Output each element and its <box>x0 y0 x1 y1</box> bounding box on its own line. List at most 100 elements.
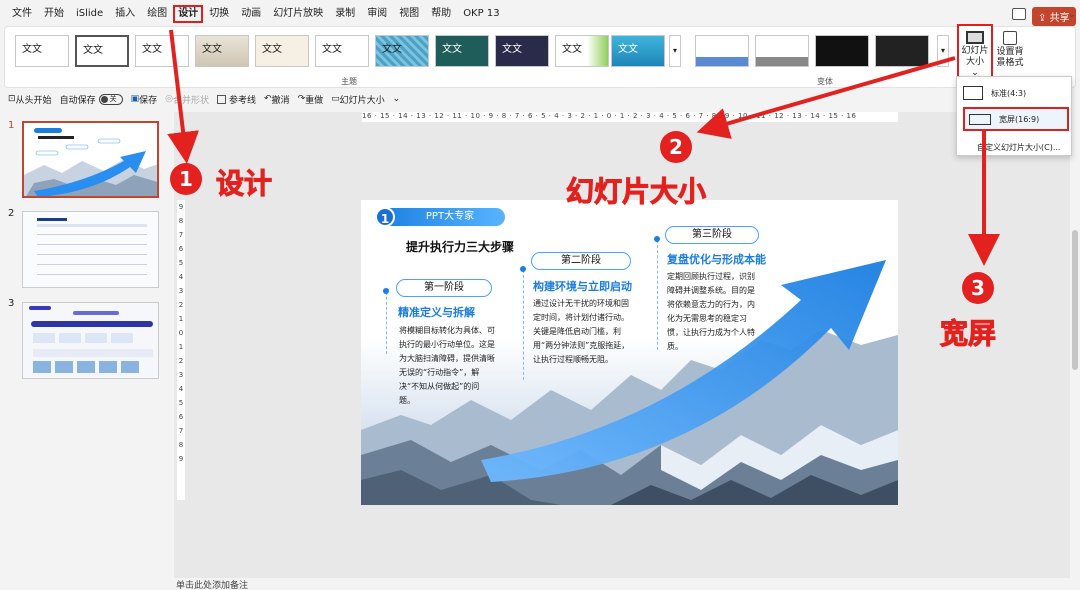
menu-islide[interactable]: iSlide <box>70 5 109 23</box>
comment-icon[interactable] <box>1012 8 1026 20</box>
variant-thumb-2[interactable] <box>755 35 809 67</box>
step-3-label: 宽屏 <box>939 317 997 351</box>
slide-size-button[interactable]: 幻灯片大小 ⌄ <box>957 24 993 80</box>
play-icon: ⊡ <box>8 94 16 104</box>
theme-thumb-selected[interactable]: 文文 <box>75 35 129 67</box>
theme-thumb-9[interactable]: 文文 <box>495 35 549 67</box>
ruler-tick: 1 <box>178 315 184 323</box>
customize-toolbar-button[interactable]: ⌄ <box>393 94 401 104</box>
theme-thumb-label: 文文 <box>83 45 103 56</box>
from-start-label: 从头开始 <box>15 95 52 106</box>
horizontal-ruler: 16 · 15 · 14 · 13 · 12 · 11 · 10 · 9 · 8… <box>362 112 898 122</box>
variant-thumb-3[interactable] <box>815 35 869 67</box>
variant-thumb-1[interactable] <box>695 35 749 67</box>
theme-thumb-office[interactable]: 文文 <box>15 35 69 67</box>
slide-thumb-preview <box>23 212 158 287</box>
autosave-toggle[interactable]: 自动保存关 <box>60 93 123 106</box>
merge-shapes-label: 合并形状 <box>172 95 209 106</box>
theme-thumb-8[interactable]: 文文 <box>435 35 489 67</box>
share-icon: ⇪ <box>1038 13 1050 24</box>
menu-record[interactable]: 录制 <box>329 5 361 23</box>
slide-badge-number: 1 <box>375 207 395 227</box>
menu-animations[interactable]: 动画 <box>235 5 267 23</box>
undo-button[interactable]: ↶ 撤消 <box>264 93 290 106</box>
current-slide[interactable]: PPT大专家 1 提升执行力三大步骤 第一阶段 精准定义与拆解 将模糊目标转化为… <box>361 200 898 505</box>
ruler-tick: 5 <box>178 399 184 407</box>
stage-pill-3: 第三阶段 <box>665 226 759 244</box>
vertical-scrollbar[interactable] <box>1070 112 1080 580</box>
ruler-tick: 7 <box>178 231 184 239</box>
theme-thumb-label: 文文 <box>142 44 162 55</box>
menu-view[interactable]: 视图 <box>393 5 425 23</box>
theme-thumb-4[interactable]: 文文 <box>195 35 249 67</box>
slide-thumbnail-pane: 1 2 3 <box>0 112 172 580</box>
menu-insert[interactable]: 插入 <box>109 5 141 23</box>
menu-design[interactable]: 设计 <box>173 5 204 23</box>
stage-heading-3: 复盘优化与形成本能 <box>667 253 766 266</box>
design-ribbon: 文文 文文 文文 文文 文文 文文 文文 文文 文文 文文 文文 ▾ 主题 ▾ … <box>4 24 1076 88</box>
ruler-tick: 9 <box>178 455 184 463</box>
theme-thumb-label: 文文 <box>382 44 402 55</box>
menu-home[interactable]: 开始 <box>38 5 70 23</box>
ruler-tick: 2 <box>178 357 184 365</box>
format-background-button[interactable]: 设置背景格式 <box>994 31 1026 69</box>
variant-more-button[interactable]: ▾ <box>937 35 949 67</box>
menu-slideshow[interactable]: 幻灯片放映 <box>267 5 329 23</box>
custom-size-label: 自定义幻灯片大小(C)... <box>977 142 1061 152</box>
ruler-tick: 8 <box>178 441 184 449</box>
from-start-button[interactable]: ⊡ 从头开始 <box>8 93 52 106</box>
toggle-switch: 关 <box>98 93 123 105</box>
slide-size-icon: ▭ <box>331 94 340 104</box>
theme-more-button[interactable]: ▾ <box>669 35 681 67</box>
step-2-badge: 2 <box>660 131 692 163</box>
merge-icon: ◎ <box>165 94 173 104</box>
slide-number: 3 <box>8 298 15 309</box>
standard-size-option[interactable]: 标准(4:3) <box>963 81 1069 105</box>
theme-thumb-5[interactable]: 文文 <box>255 35 309 67</box>
qa-slide-size-button[interactable]: ▭ 幻灯片大小 <box>331 93 385 106</box>
menu-review[interactable]: 审阅 <box>361 5 393 23</box>
theme-thumb-label: 文文 <box>202 44 222 55</box>
redo-button[interactable]: ↷ 重做 <box>298 93 324 106</box>
theme-thumb-11[interactable]: 文文 <box>611 35 665 67</box>
menu-transitions[interactable]: 切换 <box>203 5 235 23</box>
menu-draw[interactable]: 绘图 <box>141 5 173 23</box>
guides-checkbox[interactable]: 参考线 <box>216 93 256 106</box>
vertical-ruler: 9 8 7 6 5 4 3 2 1 0 1 2 3 4 5 6 7 8 9 <box>177 200 185 500</box>
menu-okp[interactable]: OKP 13 <box>457 5 505 23</box>
stage-pill-1: 第一阶段 <box>396 279 492 297</box>
slide-thumb-3[interactable] <box>22 302 159 379</box>
undo-icon: ↶ <box>264 94 272 104</box>
chevron-down-icon[interactable]: ⌄ <box>1068 10 1076 20</box>
undo-label: 撤消 <box>271 95 290 106</box>
menu-help[interactable]: 帮助 <box>425 5 457 23</box>
theme-group-label: 主题 <box>341 77 357 86</box>
scrollbar-thumb[interactable] <box>1072 230 1078 370</box>
ruler-tick: 9 <box>178 203 184 211</box>
theme-thumb-7[interactable]: 文文 <box>375 35 429 67</box>
checkbox-icon <box>216 94 226 104</box>
notes-pane[interactable]: 单击此处添加备注 <box>172 578 1072 590</box>
theme-thumb-label: 文文 <box>22 44 42 55</box>
slide-thumb-2[interactable] <box>22 211 159 288</box>
ruler-tick: 4 <box>178 385 184 393</box>
save-button[interactable]: ▣ 保存 <box>131 93 158 106</box>
merge-shapes-button[interactable]: ◎ 合并形状 <box>165 93 209 106</box>
ruler-tick: 1 <box>178 343 184 351</box>
slide-size-icon <box>966 31 984 44</box>
ruler-tick: 2 <box>178 301 184 309</box>
theme-thumb-10[interactable]: 文文 <box>555 35 609 67</box>
theme-thumb-6[interactable]: 文文 <box>315 35 369 67</box>
ruler-tick: 6 <box>178 413 184 421</box>
theme-thumb-3[interactable]: 文文 <box>135 35 189 67</box>
theme-thumb-label: 文文 <box>262 44 282 55</box>
theme-thumb-label: 文文 <box>442 44 462 55</box>
slide-thumb-1[interactable] <box>22 121 159 198</box>
menu-file[interactable]: 文件 <box>6 5 38 23</box>
widescreen-size-option[interactable]: 宽屏(16:9) <box>963 107 1069 131</box>
slide-number: 2 <box>8 208 15 219</box>
custom-size-option[interactable]: 自定义幻灯片大小(C)... <box>977 135 1080 159</box>
step-1-label: 设计 <box>215 167 273 201</box>
widescreen-aspect-icon <box>969 113 991 125</box>
variant-thumb-4[interactable] <box>875 35 929 67</box>
